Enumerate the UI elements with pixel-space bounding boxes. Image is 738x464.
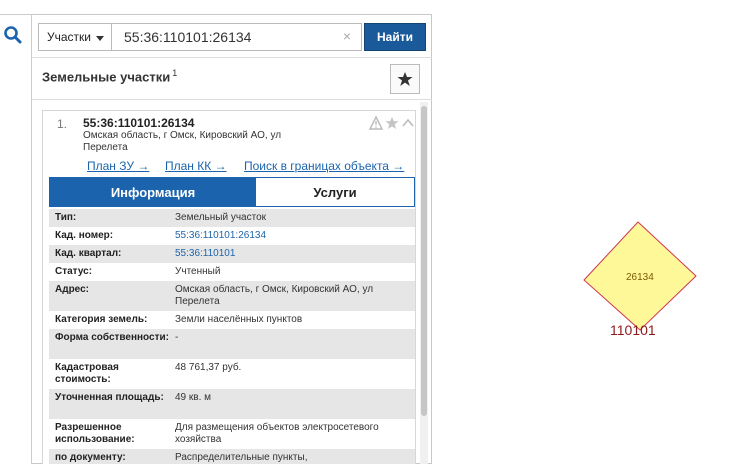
- search-icon[interactable]: [3, 25, 23, 45]
- section-title-text: Земельные участки: [42, 69, 171, 85]
- cad-number-link[interactable]: 55:36:110101:26134: [175, 230, 411, 242]
- result-links: План ЗУ → План КК → Поиск в границах объ…: [87, 159, 417, 173]
- result-card[interactable]: 1. 55:36:110101:26134 Омская область, г …: [42, 110, 416, 464]
- object-type-label: Участки: [47, 30, 91, 44]
- tab-services[interactable]: Услуги: [256, 178, 414, 206]
- info-table: Тип: Земельный участок Кад. номер: 55:36…: [49, 209, 415, 464]
- results-scrollbar[interactable]: [420, 102, 428, 464]
- search-toggle-strip[interactable]: [0, 14, 32, 464]
- table-row: по документу: Распределительные пункты,: [49, 449, 415, 464]
- row-key: Кад. номер:: [55, 230, 114, 241]
- chevron-down-icon: [96, 36, 104, 41]
- cad-quarter-link[interactable]: 55:36:110101: [175, 248, 411, 260]
- row-value: 48 761,37 руб.: [175, 362, 242, 373]
- search-panel: Участки × Найти Земельные участки1 1. 55…: [32, 14, 432, 464]
- row-key: Статус:: [55, 266, 93, 277]
- row-key: Кад. квартал:: [55, 248, 122, 259]
- search-bar: Участки × Найти: [38, 23, 426, 51]
- row-key: Форма собственности:: [55, 332, 169, 343]
- warning-icon[interactable]: [368, 115, 384, 130]
- table-row: Уточненная площадь: 49 кв. м: [49, 389, 415, 419]
- table-row: Кад. квартал: 55:36:110101: [49, 245, 415, 263]
- star-icon: [397, 72, 413, 86]
- table-row: Категория земель: Земли населённых пункт…: [49, 311, 415, 329]
- find-button[interactable]: Найти: [364, 23, 426, 51]
- section-header: Земельные участки 1: [32, 57, 432, 99]
- search-input[interactable]: [112, 23, 362, 51]
- row-value: Земельный участок: [175, 212, 267, 223]
- row-key: Тип:: [55, 212, 77, 223]
- result-cad-number[interactable]: 55:36:110101:26134: [83, 116, 194, 130]
- object-type-select[interactable]: Участки: [38, 23, 112, 51]
- chevron-up-icon[interactable]: [401, 116, 415, 130]
- table-row: Тип: Земельный участок: [49, 209, 415, 227]
- card-actions: [368, 115, 415, 130]
- table-row: Адрес: Омская область, г Омск, Кировский…: [49, 281, 415, 311]
- row-value: Земли населённых пунктов: [175, 314, 303, 325]
- tab-info[interactable]: Информация: [50, 178, 256, 206]
- row-key: по документу:: [55, 452, 126, 463]
- table-row: Кад. номер: 55:36:110101:26134: [49, 227, 415, 245]
- table-row: Разрешенное использование: Для размещени…: [49, 419, 415, 449]
- favorites-button[interactable]: [390, 64, 420, 94]
- plan-zu-link[interactable]: План ЗУ →: [87, 159, 149, 173]
- scrollbar-thumb[interactable]: [421, 106, 427, 416]
- table-row: Форма собственности: -: [49, 329, 415, 359]
- result-address: Омская область, г Омск, Кировский АО, ул…: [83, 130, 282, 153]
- row-key: Кадастровая стоимость:: [55, 362, 119, 385]
- row-value: Распределительные пункты,: [175, 452, 308, 463]
- row-value: 49 кв. м: [175, 392, 212, 403]
- row-value: Омская область, г Омск, Кировский АО, ул…: [175, 284, 374, 307]
- parcel-number-label: 26134: [626, 272, 654, 283]
- search-in-bounds-link[interactable]: Поиск в границах объекта →: [244, 159, 404, 173]
- quarter-number-label: 110101: [610, 322, 656, 338]
- result-count: 1: [172, 68, 178, 78]
- row-key: Уточненная площадь:: [55, 392, 164, 403]
- row-key: Разрешенное использование:: [55, 422, 135, 445]
- row-key: Категория земель:: [55, 314, 148, 325]
- result-index: 1.: [57, 117, 68, 131]
- row-value: -: [175, 332, 179, 343]
- table-row: Кадастровая стоимость: 48 761,37 руб.: [49, 359, 415, 389]
- result-tabs: Информация Услуги: [49, 177, 415, 207]
- section-title: Земельные участки 1: [42, 68, 177, 84]
- star-icon[interactable]: [385, 116, 399, 130]
- plan-kk-link[interactable]: План КК →: [165, 159, 227, 173]
- row-key: Адрес:: [55, 284, 89, 295]
- table-row: Статус: Учтенный: [49, 263, 415, 281]
- results-list[interactable]: 1. 55:36:110101:26134 Омская область, г …: [32, 99, 432, 464]
- row-value: Для размещения объектов электросетевого …: [175, 422, 379, 445]
- row-value: Учтенный: [175, 266, 221, 277]
- clear-icon[interactable]: ×: [340, 29, 354, 43]
